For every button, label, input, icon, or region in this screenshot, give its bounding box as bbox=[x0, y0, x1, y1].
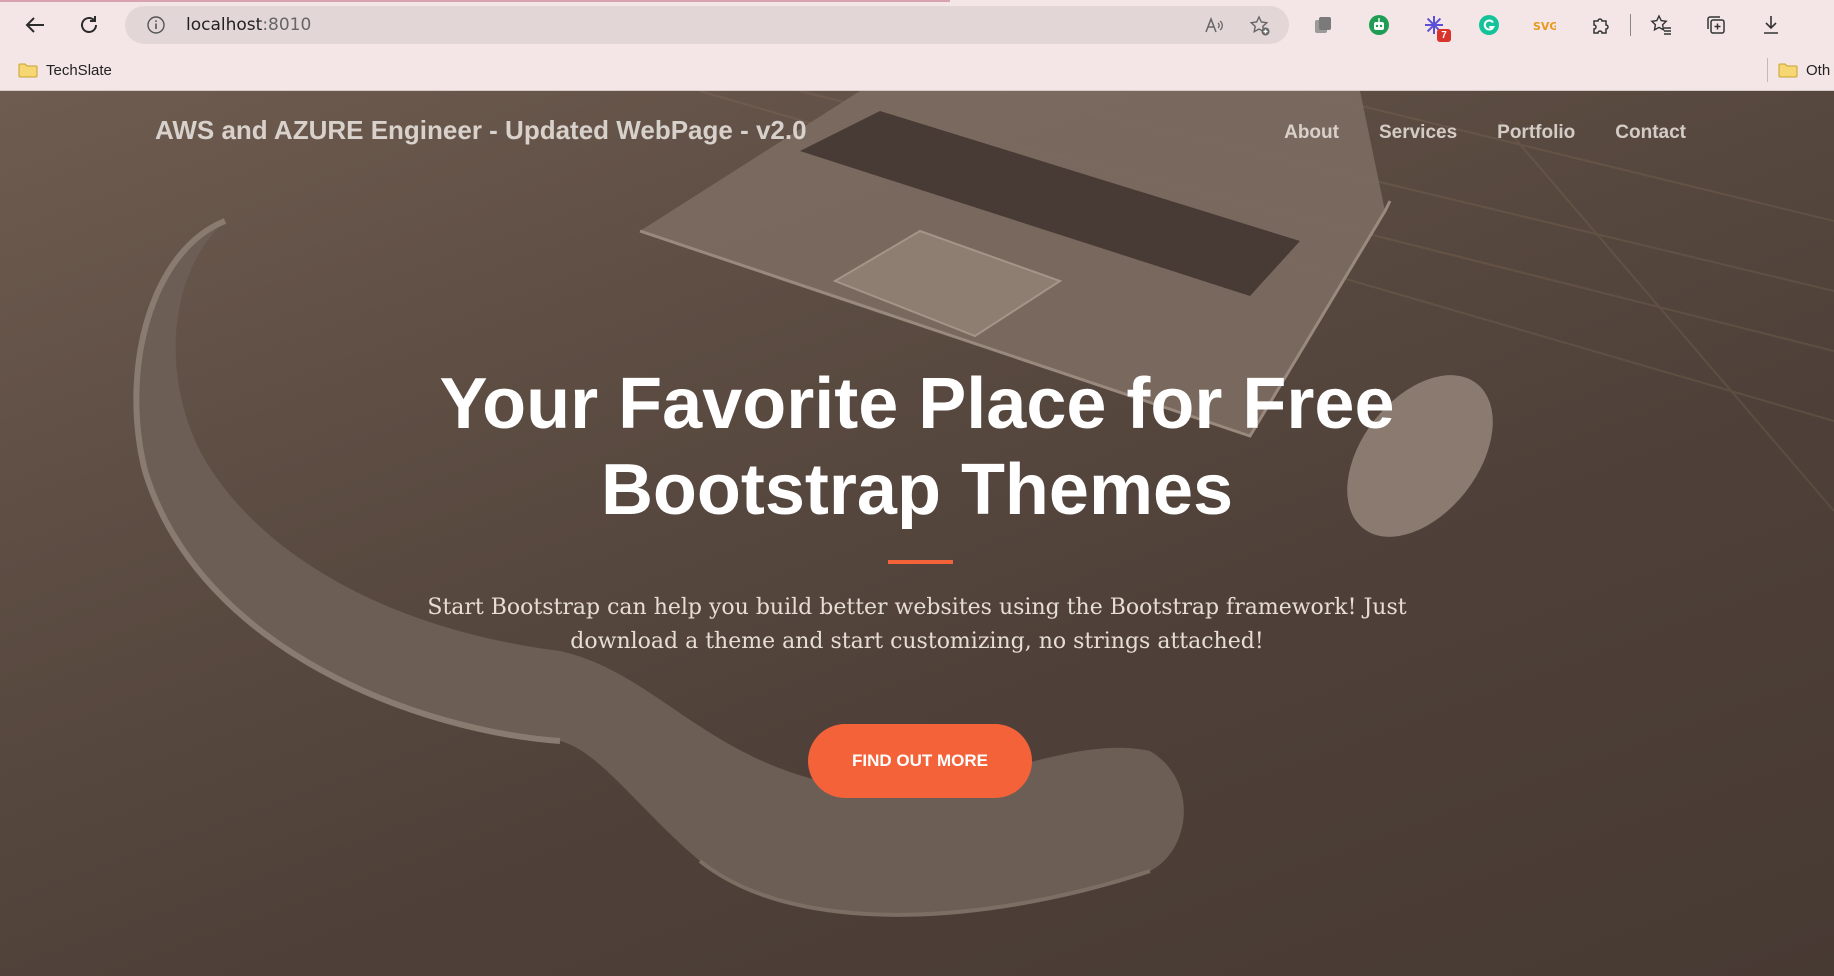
favorites-icon[interactable] bbox=[1648, 12, 1674, 38]
address-bar[interactable]: localhost:8010 bbox=[125, 6, 1289, 44]
extension-copy-icon[interactable] bbox=[1310, 12, 1336, 38]
browser-toolbar: localhost:8010 7 SVG bbox=[0, 0, 1834, 50]
toolbar-separator bbox=[1630, 14, 1631, 36]
extension-badge: 7 bbox=[1437, 29, 1451, 42]
reload-button[interactable] bbox=[72, 8, 106, 42]
navbar-brand[interactable]: AWS and AZURE Engineer - Updated WebPage… bbox=[155, 115, 807, 146]
extensions-puzzle-icon[interactable] bbox=[1587, 12, 1613, 38]
back-button[interactable] bbox=[18, 8, 52, 42]
hero-title: Your Favorite Place for Free Bootstrap T… bbox=[0, 361, 1834, 533]
hero-title-line-2: Bootstrap Themes bbox=[600, 450, 1234, 530]
url-text[interactable]: localhost:8010 bbox=[186, 6, 311, 44]
hero-background-image bbox=[133, 91, 1834, 917]
extension-burst-icon[interactable]: 7 bbox=[1421, 12, 1451, 42]
bookmarks-separator bbox=[1767, 58, 1768, 82]
hero-divider bbox=[888, 560, 953, 564]
nav-about[interactable]: About bbox=[1284, 122, 1339, 144]
bookmark-label: TechSlate bbox=[46, 61, 112, 79]
read-aloud-icon[interactable] bbox=[1203, 15, 1225, 37]
bookmarks-bar: TechSlate Oth bbox=[0, 50, 1834, 91]
bookmark-label: Oth bbox=[1806, 61, 1831, 79]
bookmark-folder-other[interactable]: Oth bbox=[1778, 50, 1830, 90]
url-port: :8010 bbox=[262, 15, 312, 35]
bookmark-folder-techslate[interactable]: TechSlate bbox=[18, 50, 112, 90]
extension-robot-icon[interactable] bbox=[1366, 12, 1392, 38]
folder-icon bbox=[1778, 63, 1798, 78]
add-favorite-icon[interactable] bbox=[1249, 15, 1271, 37]
main-nav: About Services Portfolio Contact bbox=[1284, 122, 1686, 144]
back-arrow-icon bbox=[25, 17, 44, 33]
nav-portfolio[interactable]: Portfolio bbox=[1497, 122, 1575, 144]
reload-icon bbox=[81, 16, 97, 33]
nav-services[interactable]: Services bbox=[1379, 122, 1457, 144]
svg-extension-icon[interactable]: SVG bbox=[1531, 12, 1557, 38]
svg-text:SVG: SVG bbox=[1533, 20, 1556, 33]
web-page: AWS and AZURE Engineer - Updated WebPage… bbox=[0, 91, 1834, 976]
hero-lead-text: Start Bootstrap can help you build bette… bbox=[427, 595, 1407, 654]
nav-contact[interactable]: Contact bbox=[1615, 122, 1686, 144]
collections-icon[interactable] bbox=[1703, 12, 1729, 38]
page-load-progress bbox=[0, 0, 950, 2]
find-out-more-button[interactable]: FIND OUT MORE bbox=[808, 724, 1032, 798]
url-host: localhost bbox=[186, 15, 263, 35]
hero-title-line-1: Your Favorite Place for Free bbox=[439, 364, 1395, 444]
grammarly-icon[interactable] bbox=[1476, 12, 1502, 38]
downloads-icon[interactable] bbox=[1758, 12, 1784, 38]
site-info-icon[interactable] bbox=[147, 16, 165, 34]
folder-icon bbox=[18, 63, 38, 78]
